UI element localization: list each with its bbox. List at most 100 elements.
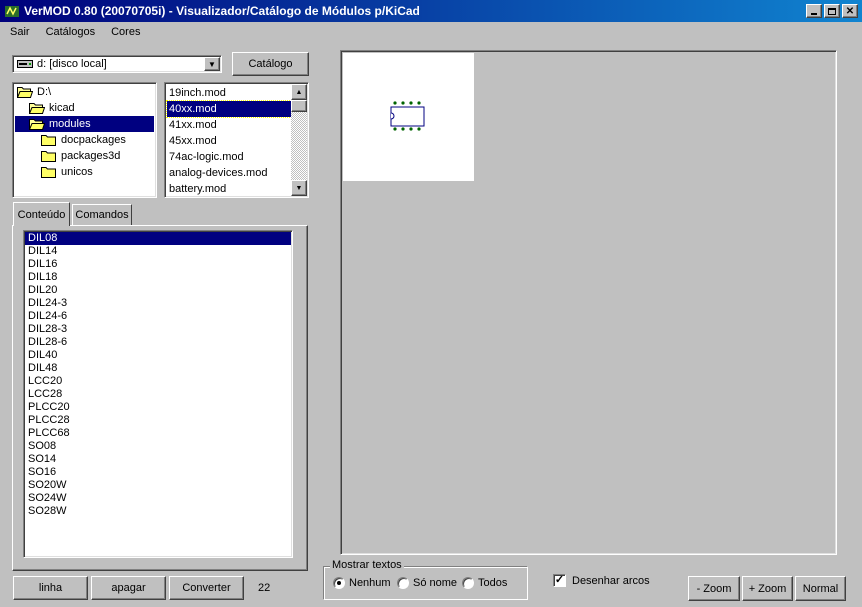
module-list-item[interactable]: DIL48 bbox=[25, 362, 291, 375]
module-list-item[interactable]: PLCC20 bbox=[25, 401, 291, 414]
mostrar-textos-legend: Mostrar textos bbox=[330, 559, 404, 571]
close-button[interactable]: ✕ bbox=[842, 4, 858, 18]
folder-label: packages3d bbox=[61, 150, 121, 162]
zoom-in-button[interactable]: + Zoom bbox=[742, 576, 793, 601]
radio-dot bbox=[397, 577, 409, 589]
tab-conteudo[interactable]: Conteúdo bbox=[13, 202, 70, 226]
chevron-down-icon: ▼ bbox=[208, 59, 216, 69]
folder-tree-item[interactable]: packages3d bbox=[15, 148, 154, 164]
maximize-button[interactable] bbox=[824, 4, 840, 18]
file-list-item[interactable]: 19inch.mod bbox=[167, 85, 291, 101]
folder-icon bbox=[41, 167, 56, 178]
module-list-item[interactable]: DIL08 bbox=[25, 232, 291, 245]
folder-tree-item[interactable]: docpackages bbox=[15, 132, 154, 148]
minimize-icon bbox=[811, 13, 817, 15]
desenhar-arcos-label: Desenhar arcos bbox=[572, 574, 650, 587]
module-list-item[interactable]: LCC28 bbox=[25, 388, 291, 401]
module-list-item[interactable]: DIL40 bbox=[25, 349, 291, 362]
menu-sair[interactable]: Sair bbox=[0, 26, 36, 38]
folder-open-icon bbox=[17, 87, 33, 98]
module-list-item[interactable]: DIL18 bbox=[25, 271, 291, 284]
menu-cores[interactable]: Cores bbox=[101, 26, 146, 38]
module-list-item[interactable]: DIL14 bbox=[25, 245, 291, 258]
file-list-item[interactable]: battery.mod bbox=[167, 181, 291, 197]
file-list-item[interactable]: 74ac-logic.mod bbox=[167, 149, 291, 165]
arrow-up-icon: ▲ bbox=[295, 88, 303, 96]
module-list-item[interactable]: DIL16 bbox=[25, 258, 291, 271]
folder-tree[interactable]: D:\ kicad modules docpackages packages3d unic… bbox=[12, 82, 157, 198]
maximize-icon bbox=[828, 7, 836, 15]
radio-label: Todos bbox=[478, 577, 508, 589]
folder-tree-item[interactable]: kicad bbox=[15, 100, 154, 116]
file-list-item[interactable]: br... bbox=[167, 197, 291, 198]
folder-icon bbox=[41, 135, 56, 146]
folder-label: unicos bbox=[61, 166, 93, 178]
folder-icon bbox=[41, 151, 56, 162]
radio-so-nome[interactable]: Só nome bbox=[397, 577, 457, 589]
module-list-item[interactable]: DIL24-6 bbox=[25, 310, 291, 323]
module-list-item[interactable]: DIL28-3 bbox=[25, 323, 291, 336]
radio-dot bbox=[333, 577, 345, 589]
module-list-item[interactable]: SO08 bbox=[25, 440, 291, 453]
file-list-item[interactable]: 45xx.mod bbox=[167, 133, 291, 149]
module-list[interactable]: DIL08 DIL14 DIL16 DIL18 DIL20 DIL24-3 DIL24-6 D… bbox=[23, 230, 293, 558]
close-icon: ✕ bbox=[845, 5, 855, 17]
drive-dropdown-button[interactable]: ▼ bbox=[204, 57, 220, 71]
module-list-item[interactable]: DIL28-6 bbox=[25, 336, 291, 349]
file-list-item[interactable]: 40xx.mod bbox=[166, 100, 292, 118]
drive-value: d: [disco local] bbox=[37, 58, 107, 70]
linha-button[interactable]: linha bbox=[13, 576, 88, 600]
hard-drive-icon bbox=[17, 60, 33, 68]
converter-button[interactable]: Converter bbox=[169, 576, 244, 600]
zoom-normal-button[interactable]: Normal bbox=[795, 576, 846, 601]
preview-canvas bbox=[343, 53, 474, 181]
catalogo-button[interactable]: Catálogo bbox=[232, 52, 309, 76]
folder-tree-item[interactable]: D:\ bbox=[15, 84, 154, 100]
tab-comandos[interactable]: Comandos bbox=[72, 204, 132, 225]
minimize-button[interactable] bbox=[806, 4, 822, 18]
module-list-item[interactable]: LCC20 bbox=[25, 375, 291, 388]
module-list-item[interactable]: DIL20 bbox=[25, 284, 291, 297]
radio-label: Nenhum bbox=[349, 577, 391, 589]
zoom-out-button[interactable]: - Zoom bbox=[688, 576, 740, 601]
apagar-button[interactable]: apagar bbox=[91, 576, 166, 600]
module-list-item[interactable]: PLCC68 bbox=[25, 427, 291, 440]
file-list-item[interactable]: analog-devices.mod bbox=[167, 165, 291, 181]
title-bar: VerMOD 0.80 (20070705i) - Visualizador/C… bbox=[0, 0, 862, 22]
folder-label: kicad bbox=[49, 102, 75, 114]
folder-label: docpackages bbox=[61, 134, 126, 146]
file-list-item[interactable]: 41xx.mod bbox=[167, 117, 291, 133]
window-title: VerMOD 0.80 (20070705i) - Visualizador/C… bbox=[24, 4, 420, 18]
folder-open-icon bbox=[29, 103, 45, 114]
radio-nenhum[interactable]: Nenhum bbox=[333, 577, 391, 589]
scroll-thumb[interactable] bbox=[291, 100, 307, 112]
radio-todos[interactable]: Todos bbox=[462, 577, 507, 589]
menu-catalogos[interactable]: Catálogos bbox=[36, 26, 102, 38]
folder-label: D:\ bbox=[37, 86, 52, 98]
folder-tree-item[interactable]: unicos bbox=[15, 164, 154, 180]
module-list-item[interactable]: PLCC28 bbox=[25, 414, 291, 427]
menu-bar: Sair Catálogos Cores bbox=[0, 22, 862, 42]
module-count: 22 bbox=[258, 582, 271, 594]
arrow-down-icon: ▼ bbox=[295, 184, 303, 192]
folder-open-icon bbox=[29, 119, 45, 130]
folder-tree-item[interactable]: modules bbox=[15, 116, 154, 132]
app-icon bbox=[5, 6, 19, 17]
checkmark-icon: ✓ bbox=[553, 574, 566, 587]
file-list-scrollbar[interactable]: ▲ ▼ bbox=[291, 84, 307, 196]
folder-label: modules bbox=[49, 118, 91, 130]
footprint-drawing bbox=[390, 101, 425, 131]
radio-dot bbox=[462, 577, 474, 589]
desenhar-arcos-checkbox[interactable]: ✓ Desenhar arcos bbox=[553, 574, 650, 587]
module-list-item[interactable]: SO20W bbox=[25, 479, 291, 492]
scroll-up-button[interactable]: ▲ bbox=[291, 84, 307, 100]
module-list-item[interactable]: DIL24-3 bbox=[25, 297, 291, 310]
file-list[interactable]: 19inch.mod 40xx.mod 41xx.mod 45xx.mod 74ac-l… bbox=[164, 82, 309, 198]
scroll-down-button[interactable]: ▼ bbox=[291, 180, 307, 196]
module-list-item[interactable]: SO16 bbox=[25, 466, 291, 479]
module-list-item[interactable]: SO14 bbox=[25, 453, 291, 466]
radio-label: Só nome bbox=[413, 577, 458, 589]
module-list-item[interactable]: SO24W bbox=[25, 492, 291, 505]
drive-select[interactable]: d: [disco local] ▼ bbox=[12, 55, 222, 73]
module-list-item[interactable]: SO28W bbox=[25, 505, 291, 518]
